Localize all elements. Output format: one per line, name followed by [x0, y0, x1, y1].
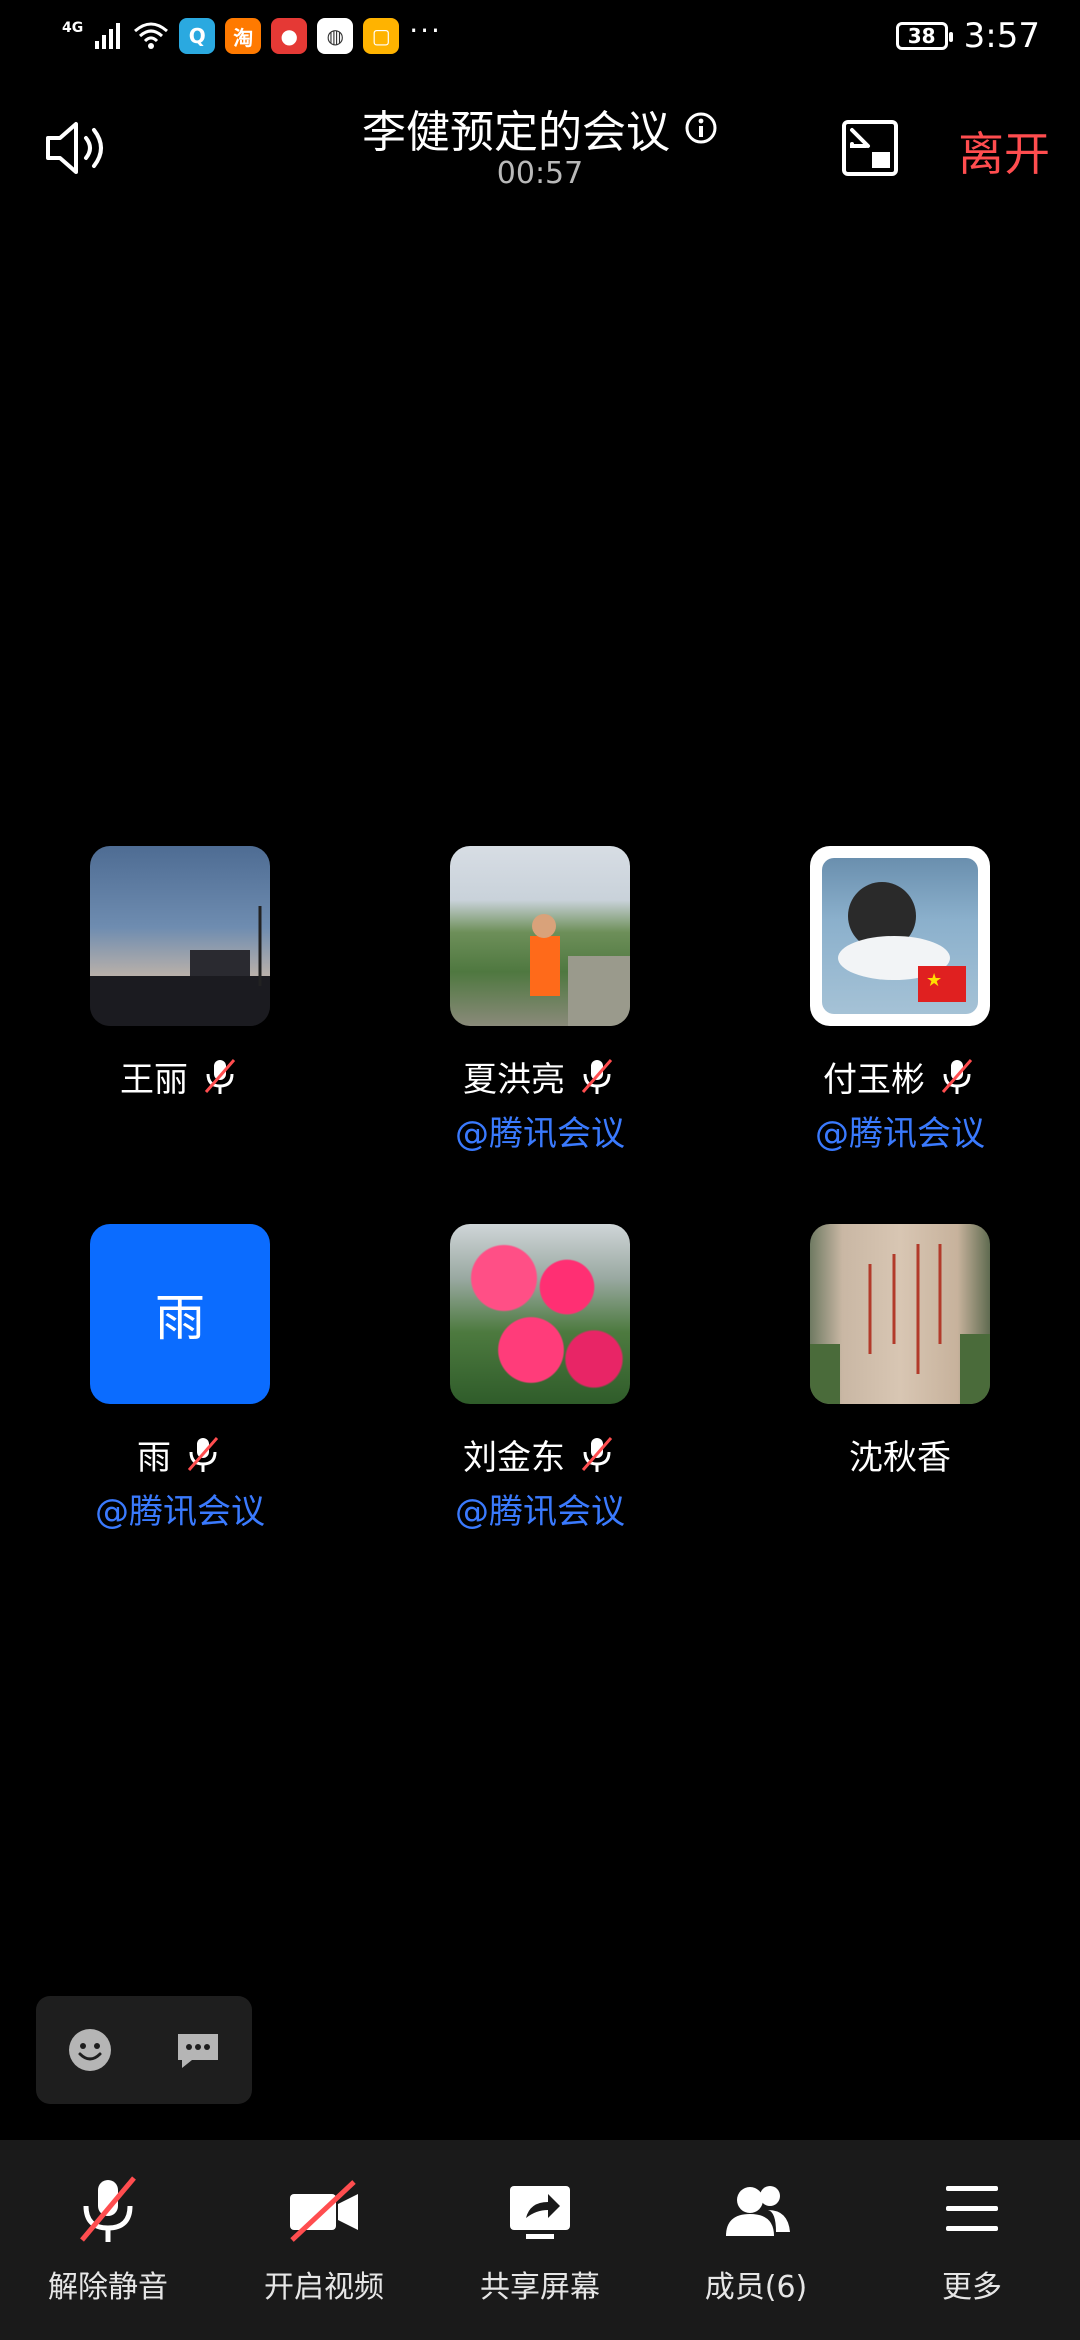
wifi-icon	[134, 22, 169, 49]
mic-muted-icon	[581, 1059, 613, 1094]
members-icon	[726, 2186, 790, 2236]
share-screen-button[interactable]: 共享屏幕	[432, 2140, 648, 2340]
meeting-title-row: 李健预定的会议	[0, 96, 1080, 160]
status-bar: 4G Q 淘 ● ◍ ▢ ··· 38 3:57	[0, 0, 1080, 72]
recorder-icon: ●	[271, 18, 308, 54]
participant-tile[interactable]: 刘金东 @腾讯会议	[390, 1224, 690, 1533]
chat-icon[interactable]	[174, 2026, 222, 2074]
participant-name: 刘金东	[463, 1437, 565, 1478]
start-video-button[interactable]: 开启视频	[216, 2140, 432, 2340]
participant-avatar: ★	[810, 846, 990, 1026]
unmute-button[interactable]: 解除静音	[0, 2140, 216, 2340]
minimize-window-icon[interactable]	[838, 116, 902, 180]
mic-muted-icon	[204, 1059, 236, 1094]
participant-source: @腾讯会议	[455, 1492, 625, 1532]
avatar-person-graphic: ★	[838, 882, 966, 1002]
taobao-icon: 淘	[225, 18, 262, 54]
participant-tile[interactable]: 王丽	[30, 846, 330, 1100]
participant-name: 王丽	[120, 1059, 188, 1100]
participant-avatar	[450, 1224, 630, 1404]
leave-button[interactable]: 离开	[958, 118, 1050, 184]
mic-muted-icon	[187, 1437, 219, 1472]
mic-muted-icon	[941, 1059, 973, 1094]
participant-avatar: 雨	[90, 1224, 270, 1404]
network-type: 4G	[62, 20, 84, 36]
emoji-icon[interactable]	[66, 2026, 114, 2074]
participant-name: 沈秋香	[849, 1437, 951, 1478]
participant-tile[interactable]: 夏洪亮 @腾讯会议	[390, 846, 690, 1155]
participant-source: @腾讯会议	[815, 1114, 985, 1154]
participant-name: 雨	[137, 1437, 171, 1478]
svg-text:★: ★	[926, 970, 942, 991]
more-button[interactable]: 更多	[864, 2140, 1080, 2340]
participant-name: 夏洪亮	[463, 1059, 565, 1100]
more-notifications-icon: ···	[409, 13, 442, 47]
participant-avatar	[810, 1224, 990, 1404]
members-label: 成员(6)	[704, 2270, 808, 2305]
more-label: 更多	[942, 2270, 1002, 2305]
participant-source: @腾讯会议	[455, 1114, 625, 1154]
avatar-initial: 雨	[155, 1289, 205, 1347]
menu-icon	[946, 2186, 998, 2231]
start-video-label: 开启视频	[264, 2270, 384, 2305]
avatar-hiker-graphic	[530, 914, 630, 1026]
meeting-timer: 00:57	[496, 156, 584, 191]
participant-tile[interactable]: ★ 付玉彬 @腾讯会议	[750, 846, 1050, 1155]
signal-icon	[95, 23, 121, 49]
video-off-icon	[290, 2180, 358, 2242]
share-screen-icon	[510, 2186, 570, 2239]
mic-muted-icon	[581, 1437, 613, 1472]
info-icon[interactable]	[684, 111, 718, 145]
participant-tile[interactable]: 雨 雨 @腾讯会议	[30, 1224, 330, 1533]
members-button[interactable]: 成员(6)	[648, 2140, 864, 2340]
status-left: 4G Q 淘 ● ◍ ▢ ···	[62, 14, 442, 54]
avatar-landscape-graphic	[90, 906, 270, 1026]
avatar-stone-graphic	[810, 1244, 990, 1404]
participant-tile[interactable]: 沈秋香	[750, 1224, 1050, 1478]
notes-icon: ▢	[363, 18, 400, 54]
qq-icon: Q	[179, 18, 216, 54]
status-right: 38 3:57	[895, 14, 1040, 58]
status-time: 3:57	[963, 16, 1040, 56]
avatar-photo: ★	[822, 858, 978, 1014]
bottom-toolbar: 解除静音 开启视频 共享屏幕 成员(6) 更多	[0, 2140, 1080, 2340]
participant-avatar	[450, 846, 630, 1026]
battery-level: 38	[907, 24, 936, 48]
participant-avatar	[90, 846, 270, 1026]
unmute-label: 解除静音	[48, 2270, 168, 2305]
participant-source: @腾讯会议	[95, 1492, 265, 1532]
battery-icon: 38	[895, 22, 953, 50]
share-screen-label: 共享屏幕	[480, 2270, 600, 2305]
participant-name: 付玉彬	[823, 1059, 925, 1100]
meeting-title[interactable]: 李健预定的会议	[362, 96, 670, 160]
reaction-chat-pill	[36, 1996, 252, 2104]
browser-icon: ◍	[317, 18, 354, 54]
mic-muted-icon	[80, 2176, 136, 2242]
